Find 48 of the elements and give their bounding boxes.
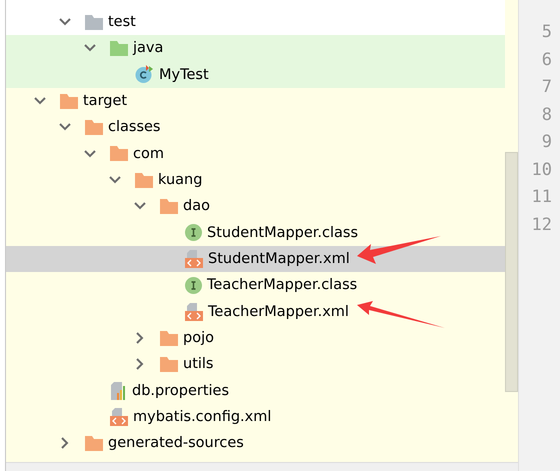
horizontal-scrollbar[interactable] [6, 462, 518, 471]
line-number: 10 [532, 158, 552, 182]
chevron-right-icon[interactable] [136, 358, 144, 370]
file-name: dao [183, 198, 210, 214]
xml-file-icon [110, 408, 128, 426]
file-name: test [108, 14, 136, 30]
line-number: 5 [542, 21, 552, 44]
chevron-right-icon[interactable] [61, 437, 69, 450]
file-name: com [133, 146, 164, 162]
line-number: 6 [542, 48, 552, 72]
file-name: db.properties [132, 382, 230, 399]
line-number: 12 [532, 214, 552, 236]
chevron-down-icon[interactable] [59, 18, 71, 26]
file-name: TeacherMapper.class [207, 277, 358, 294]
class-icon [135, 65, 154, 84]
line-number: 7 [542, 76, 552, 99]
file-name: kuang [158, 172, 202, 188]
file-name: StudentMapper.class [207, 224, 358, 241]
chevron-down-icon[interactable] [134, 202, 146, 210]
line-number: 8 [542, 104, 552, 126]
scrollbar-thumb[interactable] [505, 152, 518, 392]
line-number: 9 [542, 131, 552, 154]
tree-item[interactable]: test [6, 9, 505, 36]
file-name: MyTest [159, 66, 209, 83]
file-name: java [133, 40, 164, 56]
file-name: pojo [183, 330, 214, 346]
tree-item[interactable]: MyTest [6, 62, 505, 88]
file-name: utils [183, 356, 214, 372]
chevron-down-icon[interactable] [109, 176, 121, 184]
file-name: classes [108, 119, 160, 136]
interface-icon [185, 276, 202, 294]
file-name: mybatis.config.xml [133, 409, 272, 426]
line-number: 11 [532, 186, 552, 209]
file-name: StudentMapper.xml [208, 251, 350, 268]
chevron-down-icon[interactable] [34, 97, 46, 106]
file-name: target [83, 93, 128, 110]
chevron-down-icon[interactable] [59, 123, 71, 132]
tree-item[interactable]: StudentMapper.xml [6, 246, 505, 272]
properties-file-icon [110, 382, 127, 400]
interface-icon [185, 224, 202, 242]
xml-file-icon [185, 302, 203, 321]
chevron-down-icon[interactable] [84, 44, 96, 52]
tree-item[interactable]: java [6, 35, 505, 62]
file-name: TeacherMapper.xml [208, 304, 349, 320]
chevron-down-icon[interactable] [84, 150, 96, 158]
chevron-right-icon[interactable] [136, 332, 144, 344]
xml-file-icon [185, 250, 203, 268]
file-name: generated-sources [108, 435, 244, 452]
